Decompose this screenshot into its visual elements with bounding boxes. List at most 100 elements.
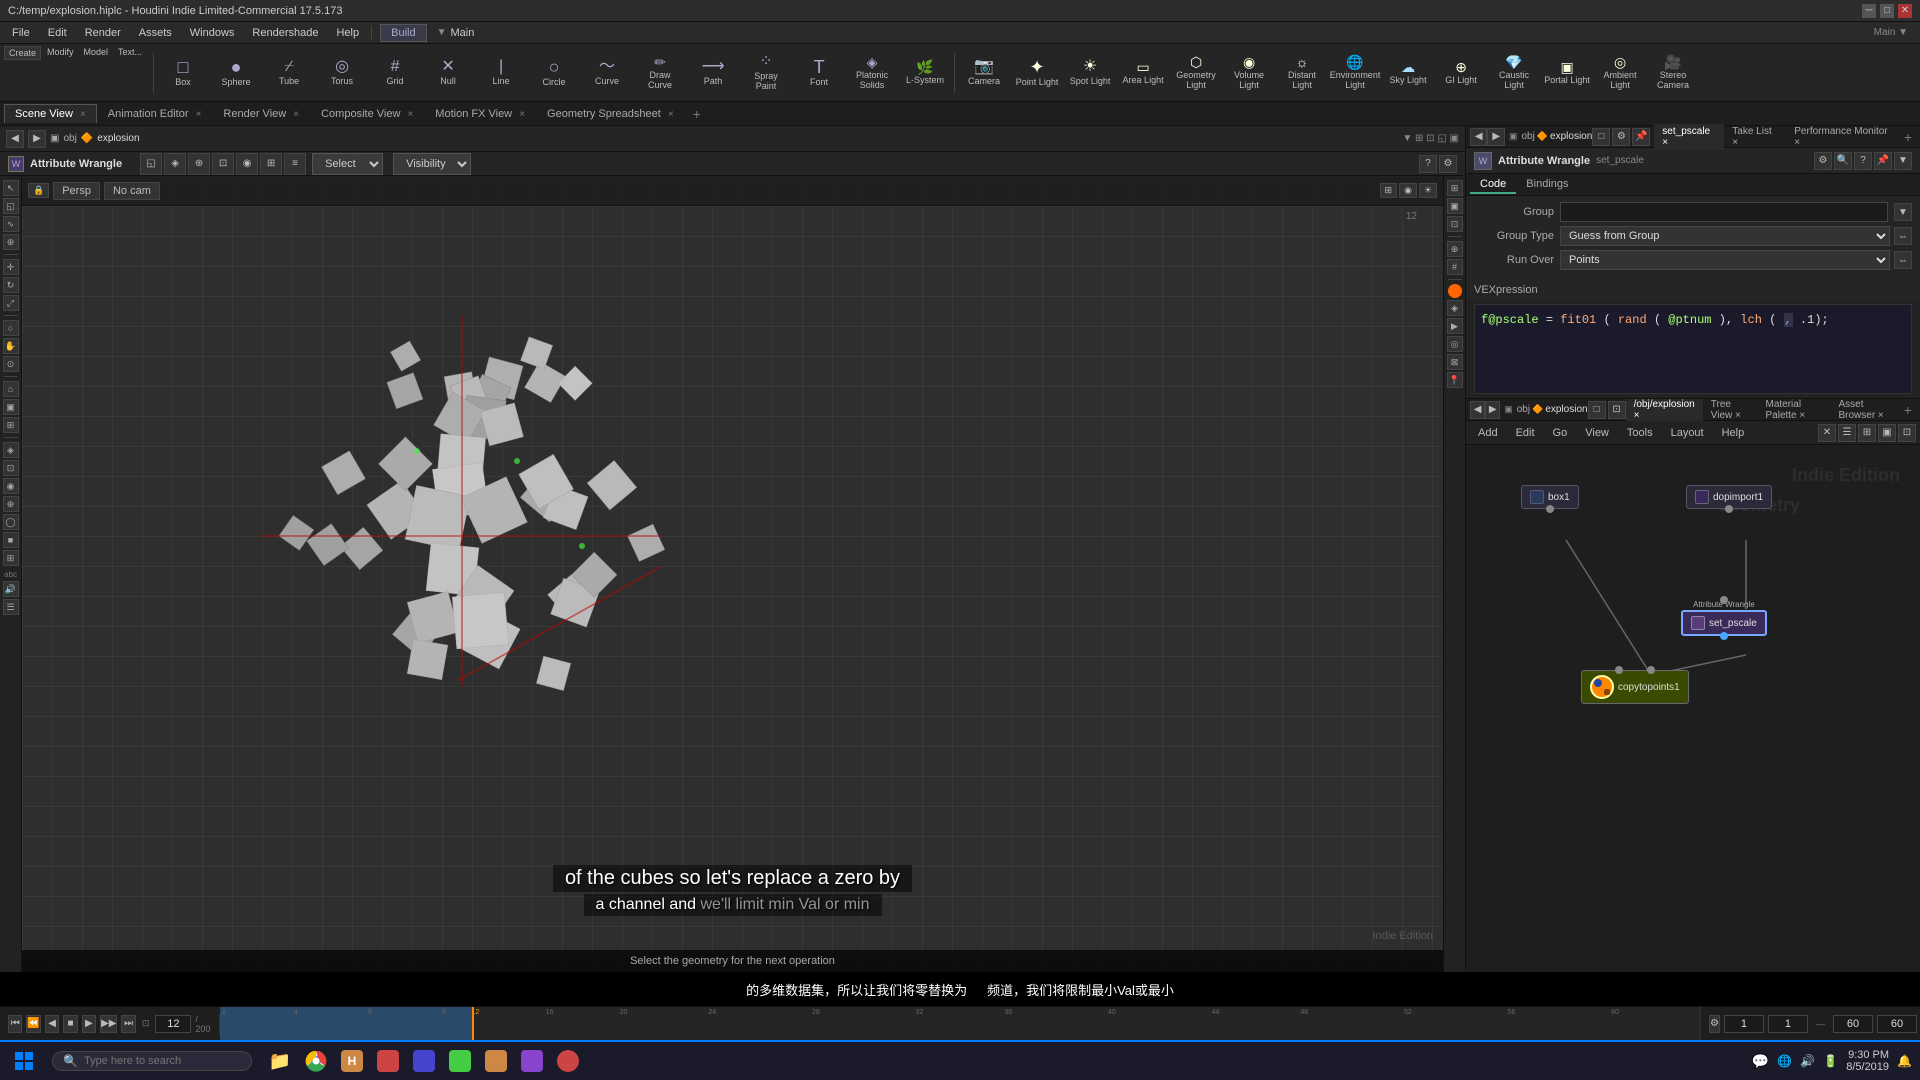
shelf-null[interactable]: ✕ Null: [422, 46, 474, 100]
tool-extra-btn[interactable]: ≡: [284, 153, 306, 175]
ng-float-btn[interactable]: ⊡: [1608, 401, 1626, 419]
ng-maximize-btn[interactable]: □: [1588, 401, 1606, 419]
taskbar-battery-icon[interactable]: 🔋: [1823, 1054, 1838, 1068]
menu-windows[interactable]: Windows: [182, 25, 243, 41]
shelf-stereo-camera[interactable]: 🎥 Stereo Camera: [1647, 46, 1699, 100]
node-set-pscale[interactable]: Attribute Wrangle set_pscale: [1681, 600, 1767, 636]
ng-menu-view[interactable]: View: [1577, 425, 1617, 441]
menu-help[interactable]: Help: [328, 25, 367, 41]
code-tab-bindings[interactable]: Bindings: [1516, 176, 1578, 194]
misc-tool-7[interactable]: ⊞: [3, 550, 19, 566]
ng-menu-go[interactable]: Go: [1545, 425, 1576, 441]
settings-btn[interactable]: ⚙: [1439, 155, 1457, 173]
play-next-frame-btn[interactable]: ▶▶: [100, 1015, 117, 1033]
shelf-volume-light[interactable]: ◉ Volume Light: [1223, 46, 1275, 100]
shelf-gi-light[interactable]: ⊕ GI Light: [1435, 46, 1487, 100]
ng-menu-tools[interactable]: Tools: [1619, 425, 1661, 441]
handle-btn[interactable]: ⊕: [188, 153, 210, 175]
ng-menu-edit[interactable]: Edit: [1508, 425, 1543, 441]
taskbar-windows-btn[interactable]: [8, 1045, 40, 1077]
timeline-playhead[interactable]: [472, 1007, 474, 1041]
select-mode-dropdown[interactable]: Select Move Rotate Scale: [312, 153, 383, 175]
tab-scene-view[interactable]: Scene View ×: [4, 104, 97, 123]
shelf-tab-text[interactable]: Text...: [114, 46, 146, 60]
group-btn[interactable]: ⊠: [1447, 354, 1463, 370]
ng-icon-btn[interactable]: ▣: [1878, 424, 1896, 442]
taskbar-chat-icon[interactable]: 💬: [1752, 1053, 1769, 1070]
rp-tab-take-list[interactable]: Take List ×: [1724, 124, 1786, 150]
frame-input[interactable]: 12: [155, 1015, 191, 1033]
taskbar-file-explorer[interactable]: 📁: [264, 1045, 296, 1077]
minimize-button[interactable]: ─: [1862, 4, 1876, 18]
play-prev-frame-btn[interactable]: ◀: [45, 1015, 59, 1033]
taskbar-volume-icon[interactable]: 🔊: [1800, 1054, 1815, 1068]
ng-menu-help[interactable]: Help: [1714, 425, 1753, 441]
shelf-line[interactable]: | Line: [475, 46, 527, 100]
render-btn[interactable]: ▶: [1447, 318, 1463, 334]
taskbar-app-7[interactable]: [444, 1045, 476, 1077]
misc-tool-9[interactable]: ☰: [3, 599, 19, 615]
ng-tab-add[interactable]: +: [1900, 402, 1916, 418]
transform-tool[interactable]: ↖: [3, 180, 19, 196]
rp-nav-back[interactable]: ◀: [1470, 128, 1487, 146]
shelf-ambient-light[interactable]: ◎ Ambient Light: [1594, 46, 1646, 100]
aw-gear-btn[interactable]: ⚙: [1814, 152, 1832, 170]
shelf-camera[interactable]: 📷 Camera: [958, 46, 1010, 100]
nav-back-button[interactable]: ◀: [6, 130, 24, 148]
ng-menu-layout[interactable]: Layout: [1663, 425, 1712, 441]
view-frame-tool[interactable]: ▣: [3, 399, 19, 415]
scale-tool[interactable]: ⤢: [3, 295, 19, 311]
shelf-tab-model[interactable]: Model: [80, 46, 113, 60]
group-dropdown-btn[interactable]: ▼: [1894, 203, 1912, 221]
shelf-font[interactable]: T Font: [793, 46, 845, 100]
run-over-select[interactable]: Points Primitives Vertices: [1560, 250, 1890, 270]
shelf-point-light[interactable]: ✦ Point Light: [1011, 46, 1063, 100]
aw-help-btn[interactable]: ?: [1854, 152, 1872, 170]
tl-range-end2[interactable]: [1877, 1015, 1917, 1033]
taskbar-houdini[interactable]: H: [336, 1045, 368, 1077]
tab-close-animation-editor[interactable]: ×: [196, 109, 202, 120]
snap-btn[interactable]: ⊡: [212, 153, 234, 175]
rotate-tool[interactable]: ↻: [3, 277, 19, 293]
ng-nav-back[interactable]: ◀: [1470, 401, 1485, 419]
tab-close-scene-view[interactable]: ×: [80, 109, 86, 120]
misc-tool-5[interactable]: ◯: [3, 514, 19, 530]
misc-tool-4[interactable]: ⊕: [3, 496, 19, 512]
tab-close-composite-view[interactable]: ×: [407, 109, 413, 120]
code-tab-code[interactable]: Code: [1470, 176, 1516, 194]
run-over-action-btn[interactable]: ⇔: [1894, 251, 1912, 269]
shelf-caustic-light[interactable]: 💎 Caustic Light: [1488, 46, 1540, 100]
taskbar-network-icon[interactable]: 🌐: [1777, 1054, 1792, 1068]
tab-composite-view[interactable]: Composite View ×: [310, 104, 424, 123]
hide-btn[interactable]: ◎: [1447, 336, 1463, 352]
tab-animation-editor[interactable]: Animation Editor ×: [97, 104, 213, 123]
shelf-path[interactable]: ⟶ Path: [687, 46, 739, 100]
rp-tab-set-pscale[interactable]: set_pscale ×: [1654, 124, 1724, 150]
manip-btn[interactable]: ⊞: [260, 153, 282, 175]
taskbar-app-6[interactable]: [408, 1045, 440, 1077]
tl-settings-btn[interactable]: ⚙: [1709, 1015, 1720, 1033]
shelf-box[interactable]: □ Box: [157, 46, 209, 100]
play-start-btn[interactable]: ⏮: [8, 1015, 22, 1033]
viewport-3d[interactable]: 🔒 Persp No cam ⊞ ◉ ☀: [22, 176, 1443, 972]
misc-tool-6[interactable]: ■: [3, 532, 19, 548]
play-prev-key-btn[interactable]: ⏪: [26, 1015, 40, 1033]
shelf-tab-modify[interactable]: Modify: [43, 46, 78, 60]
grid-icon-btn[interactable]: #: [1447, 259, 1463, 275]
rp-settings-btn[interactable]: ⚙: [1612, 128, 1630, 146]
rp-pin-btn[interactable]: 📌: [1632, 128, 1650, 146]
shelf-circle[interactable]: ○ Circle: [528, 46, 580, 100]
camera-orbit-tool[interactable]: ○: [3, 320, 19, 336]
ng-filter-btn[interactable]: ✕: [1818, 424, 1836, 442]
viewport-persp-btn[interactable]: Persp: [53, 182, 100, 200]
play-stop-btn[interactable]: ■: [63, 1015, 77, 1033]
lighting-btn[interactable]: ☀: [1419, 183, 1437, 198]
misc-tool-8[interactable]: 🔊: [3, 581, 19, 597]
node-dopimport1[interactable]: dopimport1: [1686, 485, 1772, 509]
translate-tool[interactable]: ✛: [3, 259, 19, 275]
rp-tab-performance[interactable]: Performance Monitor ×: [1786, 124, 1900, 150]
build-button[interactable]: Build: [380, 24, 426, 42]
tab-close-render-view[interactable]: ×: [293, 109, 299, 120]
shelf-lsystem[interactable]: 🌿 L-System: [899, 46, 951, 100]
marker-btn[interactable]: 📍: [1447, 372, 1463, 388]
